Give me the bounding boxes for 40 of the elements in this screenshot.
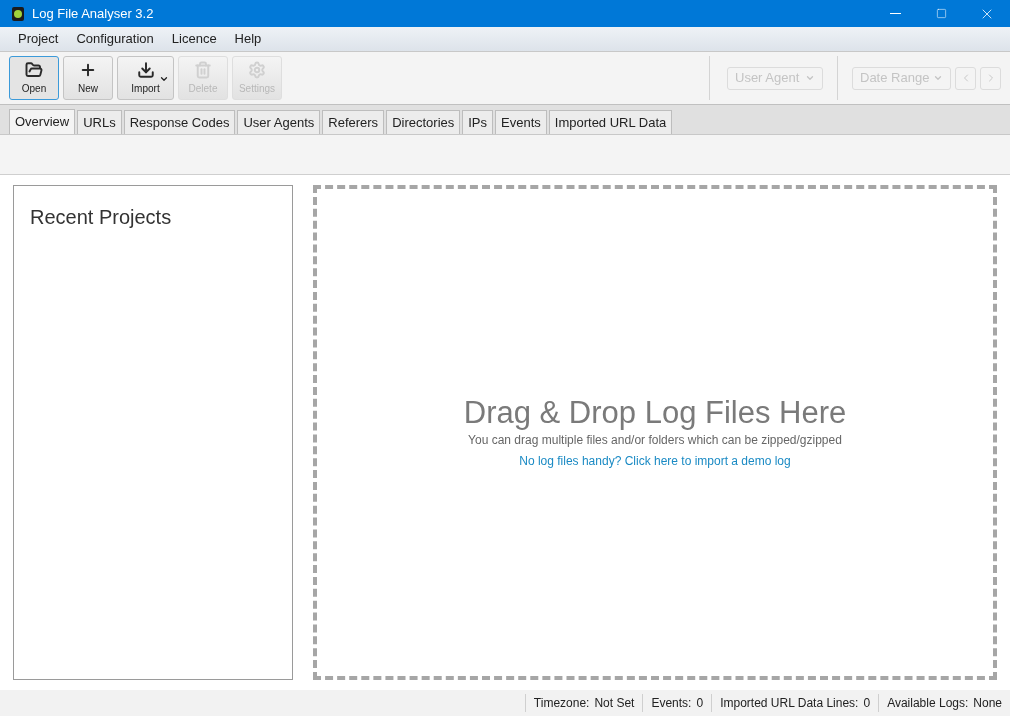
menu-item[interactable]: Configuration xyxy=(67,29,163,49)
tab[interactable]: IPs xyxy=(462,110,494,134)
panel-title: Recent Projects xyxy=(30,205,173,230)
folder-icon xyxy=(25,60,43,79)
minimize-icon xyxy=(889,13,901,14)
tab[interactable]: Referers xyxy=(322,110,385,134)
tab[interactable]: Response Codes xyxy=(123,110,236,134)
status-label: Events: xyxy=(651,695,692,712)
tab[interactable]: Directories xyxy=(386,110,461,134)
toolbar-button[interactable]: Import xyxy=(117,56,174,100)
tab[interactable]: User Agents xyxy=(237,110,321,134)
drop-zone[interactable]: Drag & Drop Log Files Here You can drag multiple files and/or folders which can be zipped/gzipped No log files handy? Click here to import a demo log xyxy=(313,185,997,680)
status-value: None xyxy=(973,695,1002,712)
menu-item[interactable]: Licence xyxy=(162,29,226,49)
maximize-icon xyxy=(935,8,947,19)
tab[interactable]: URLs xyxy=(77,110,122,134)
import-demo-link[interactable]: No log files handy? Click here to import a demo log xyxy=(519,452,791,470)
trash-icon xyxy=(194,60,212,79)
drop-zone-title: Drag & Drop Log Files Here xyxy=(463,395,847,431)
menu-item[interactable]: Project xyxy=(9,29,68,49)
status-label: Imported URL Data Lines: xyxy=(720,695,859,712)
window-title: Log File Analyser 3.2 xyxy=(32,4,154,23)
status-value: Not Set xyxy=(594,695,635,712)
settings-icon xyxy=(248,60,266,79)
status-value: 0 xyxy=(696,695,704,712)
status-label: Timezone: xyxy=(533,695,590,712)
tab[interactable]: Imported URL Data xyxy=(548,110,673,134)
toolbar-button[interactable]: New xyxy=(63,56,113,100)
caret-icon xyxy=(159,74,169,84)
caret-icon xyxy=(933,73,943,83)
status-value: 0 xyxy=(863,695,871,712)
drop-zone-hint: You can drag multiple files and/or folders which can be zipped/gzipped xyxy=(468,432,842,449)
tab[interactable]: Overview xyxy=(9,109,76,134)
tab[interactable]: Events xyxy=(495,110,547,134)
menu-item[interactable]: Help xyxy=(225,29,271,49)
status-label: Available Logs: xyxy=(887,695,969,712)
download-icon xyxy=(136,60,155,79)
toolbar-button[interactable]: Open xyxy=(9,56,59,100)
app-logo-icon xyxy=(11,5,25,22)
caret-icon xyxy=(805,73,815,83)
